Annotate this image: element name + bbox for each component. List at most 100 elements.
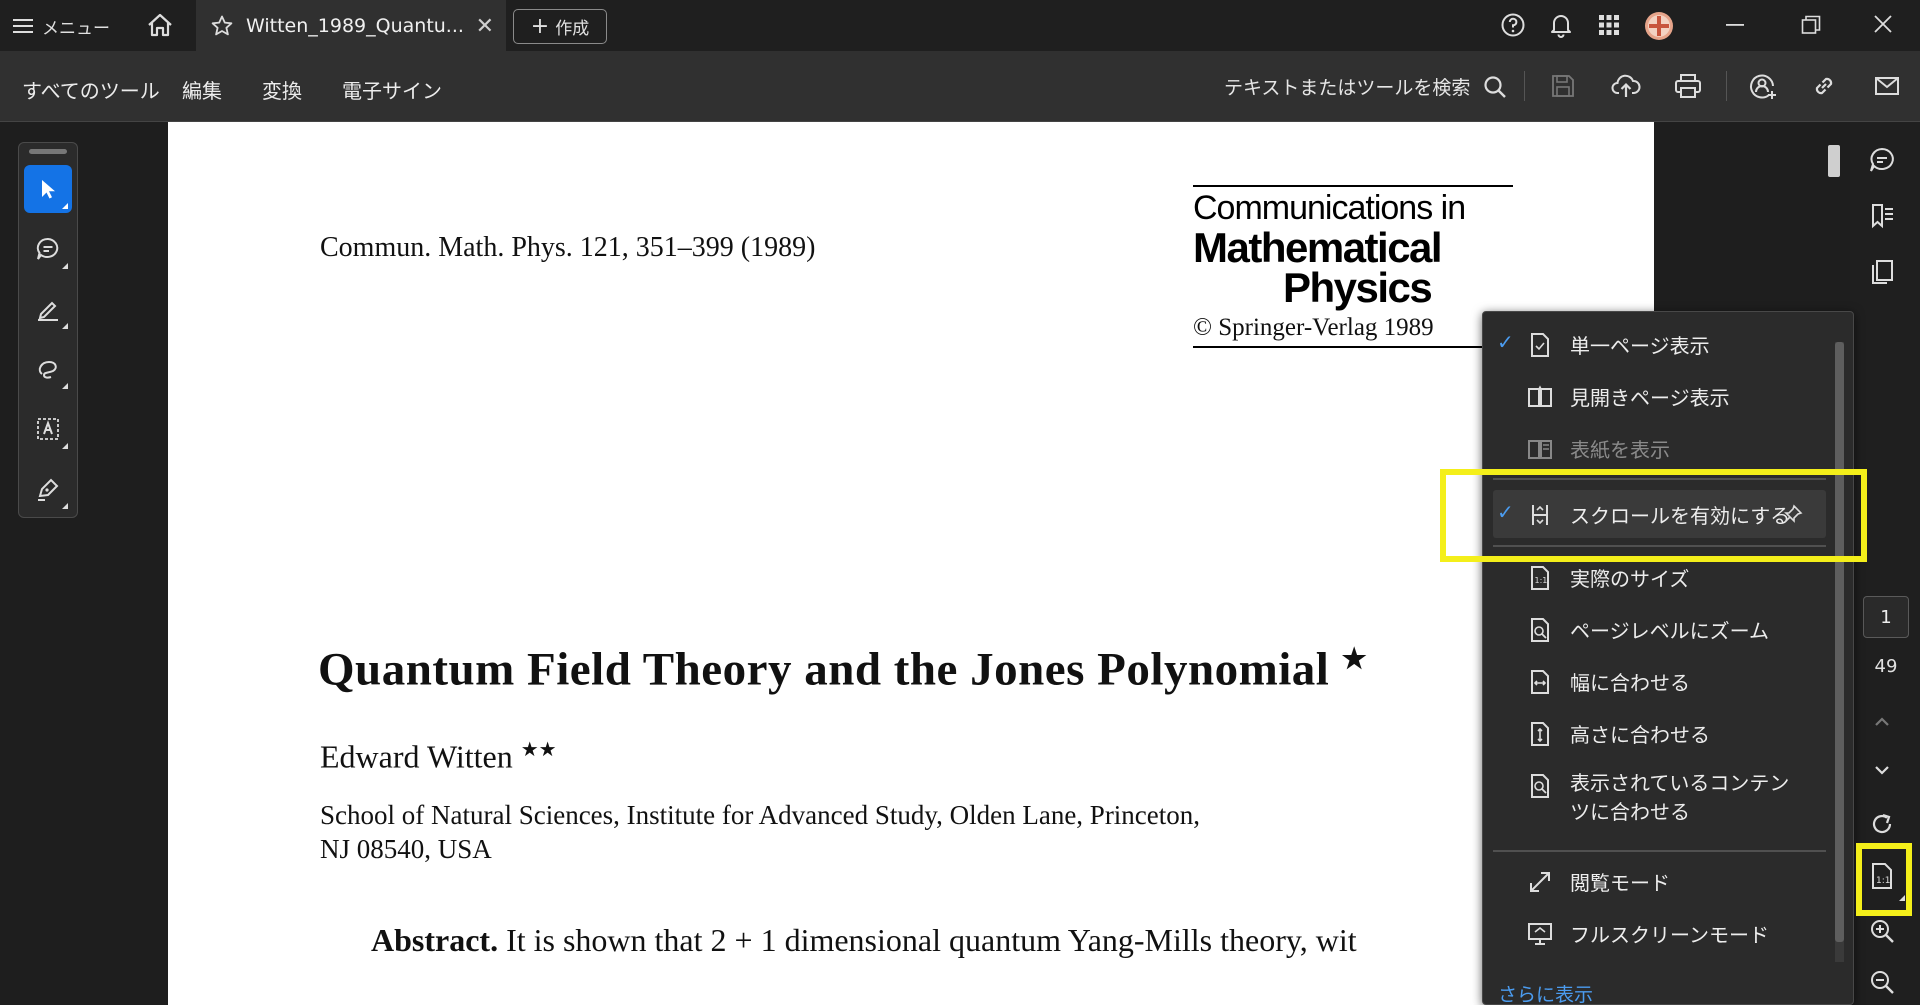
author-name: Edward Witten ★★	[320, 737, 557, 776]
actual-size-icon: 1:1	[1531, 566, 1549, 590]
sign-tool-button[interactable]	[24, 465, 72, 513]
menu-item-two-page[interactable]: 見開きページ表示	[1483, 372, 1828, 420]
title-bar: メニュー Witten_1989_Quantu... ✕ + 作成	[0, 0, 1920, 51]
tab-e-sign[interactable]: 電子サイン	[342, 75, 442, 104]
link-icon[interactable]	[1810, 72, 1838, 100]
abstract-label: Abstract.	[371, 922, 499, 958]
comment-icon	[36, 237, 59, 260]
menu-item-label: 幅に合わせる	[1570, 670, 1690, 695]
toolbar-divider	[1524, 71, 1525, 101]
next-page-icon[interactable]	[1868, 758, 1896, 782]
pen-icon	[38, 301, 58, 321]
highlight-tool-button[interactable]	[24, 285, 72, 333]
avatar[interactable]	[1644, 11, 1674, 41]
cloud-upload-icon[interactable]	[1611, 72, 1641, 100]
show-more-link[interactable]: さらに表示	[1498, 980, 1593, 1004]
page-view-menu: ✓ 単一ページ表示 見開きページ表示 表紙を表示 ✓ スクロールを有効にする 1…	[1482, 311, 1854, 1005]
logo-line-3: Physics	[1283, 264, 1433, 311]
abstract: Abstract. It is shown that 2 + 1 dimensi…	[371, 922, 1357, 959]
menu-item-read-mode[interactable]: 閲覧モード	[1483, 857, 1828, 905]
current-page-input[interactable]: 1	[1863, 596, 1909, 638]
highlight-box-scroll-option	[1440, 469, 1867, 562]
menu-item-label: 高さに合わせる	[1570, 722, 1710, 747]
abstract-text: It is shown that 2 + 1 dimensional quant…	[506, 922, 1357, 958]
fit-width-icon	[1531, 670, 1549, 694]
plus-icon: +	[530, 14, 550, 39]
tab-edit[interactable]: 編集	[182, 75, 222, 104]
menu-button[interactable]: メニュー	[12, 10, 110, 42]
fit-height-icon	[1531, 722, 1549, 746]
zoom-in-icon[interactable]	[1868, 917, 1896, 945]
affiliation-line-1: School of Natural Sciences, Institute fo…	[320, 800, 1201, 830]
print-icon[interactable]	[1673, 72, 1703, 100]
logo-copyright: © Springer-Verlag 1989	[1193, 314, 1513, 348]
create-button[interactable]: + 作成	[513, 9, 607, 44]
menu-item-label: 実際のサイズ	[1570, 566, 1690, 591]
menu-item-fit-visible[interactable]: 表示されているコンテン ツに合わせる	[1483, 761, 1828, 829]
star-icon[interactable]	[210, 14, 234, 38]
rotate-icon[interactable]	[1868, 810, 1896, 838]
email-icon[interactable]	[1873, 73, 1901, 99]
text-box-tool-button[interactable]	[24, 405, 72, 453]
tab-title: Witten_1989_Quantu...	[246, 14, 464, 37]
menu-item-label: 見開きページ表示	[1570, 385, 1730, 410]
previous-page-icon[interactable]	[1868, 710, 1896, 734]
rail-drag-handle[interactable]	[29, 149, 67, 154]
signature-pen-icon	[38, 478, 59, 501]
zoom-page-icon	[1531, 618, 1549, 642]
menu-item-fit-width[interactable]: 幅に合わせる	[1483, 657, 1828, 705]
cover-page-icon	[1528, 440, 1552, 459]
author-text: Edward Witten	[320, 738, 513, 775]
paper-title-text: Quantum Field Theory and the Jones Polyn…	[318, 643, 1330, 696]
pages-panel-icon[interactable]	[1868, 258, 1896, 286]
menu-item-label-line2: ツに合わせる	[1570, 800, 1690, 824]
svg-text:1:1: 1:1	[1535, 576, 1548, 585]
logo-line-1: Communications in	[1193, 185, 1513, 228]
minimize-icon[interactable]	[1724, 14, 1746, 36]
menu-item-fullscreen[interactable]: フルスクリーンモード	[1483, 909, 1828, 957]
menu-scrollbar[interactable]	[1835, 342, 1844, 942]
apps-grid-icon[interactable]	[1596, 12, 1622, 38]
menu-item-fit-height[interactable]: 高さに合わせる	[1483, 709, 1828, 757]
bookmarks-panel-icon[interactable]	[1868, 202, 1896, 230]
select-tool-button[interactable]	[24, 165, 72, 213]
tab-convert[interactable]: 変換	[262, 75, 302, 104]
comment-tool-button[interactable]	[24, 225, 72, 273]
title-footnote-mark: ★	[1341, 644, 1368, 675]
menu-item-zoom-page[interactable]: ページレベルにズーム	[1483, 605, 1828, 653]
menu-item-label: フルスクリーンモード	[1570, 922, 1769, 947]
draw-tool-button[interactable]	[24, 345, 72, 393]
document-tab[interactable]: Witten_1989_Quantu... ✕	[196, 0, 506, 51]
zoom-out-icon[interactable]	[1868, 968, 1896, 996]
search-icon	[1484, 75, 1507, 98]
total-pages: 49	[1874, 656, 1898, 677]
help-icon[interactable]	[1500, 12, 1526, 38]
highlight-box-view-options	[1856, 843, 1912, 916]
close-tab-icon[interactable]: ✕	[476, 14, 494, 39]
tool-search[interactable]: テキストまたはツールを検索	[1224, 73, 1508, 100]
affiliation-line-2: NJ 08540, USA	[320, 834, 492, 864]
create-label: 作成	[555, 19, 590, 39]
menu-label: メニュー	[42, 18, 110, 39]
save-icon[interactable]	[1550, 73, 1576, 99]
quick-tools-rail	[18, 142, 78, 518]
menu-item-label-line1: 表示されているコンテン	[1570, 771, 1790, 795]
logo-line-2: Mathematical	[1193, 224, 1443, 271]
home-button[interactable]	[146, 12, 174, 38]
tab-all-tools[interactable]: すべてのツール	[22, 75, 160, 104]
menu-item-label: ページレベルにズーム	[1570, 618, 1769, 643]
single-page-icon	[1531, 333, 1549, 357]
paper-title: Quantum Field Theory and the Jones Polyn…	[318, 642, 1367, 697]
toolbar-divider	[1726, 71, 1727, 101]
menu-item-single-page[interactable]: ✓ 単一ページ表示	[1483, 320, 1828, 368]
menu-item-show-cover: 表紙を表示	[1483, 424, 1828, 472]
comments-panel-icon[interactable]	[1868, 146, 1896, 174]
document-scrollbar[interactable]	[1828, 145, 1840, 177]
bell-icon[interactable]	[1548, 12, 1574, 38]
fit-visible-icon	[1531, 774, 1549, 798]
close-window-icon[interactable]	[1872, 13, 1894, 35]
restore-icon[interactable]	[1800, 14, 1822, 36]
share-user-icon[interactable]	[1748, 72, 1778, 100]
search-label: テキストまたはツールを検索	[1224, 77, 1471, 99]
menu-separator	[1493, 850, 1826, 852]
